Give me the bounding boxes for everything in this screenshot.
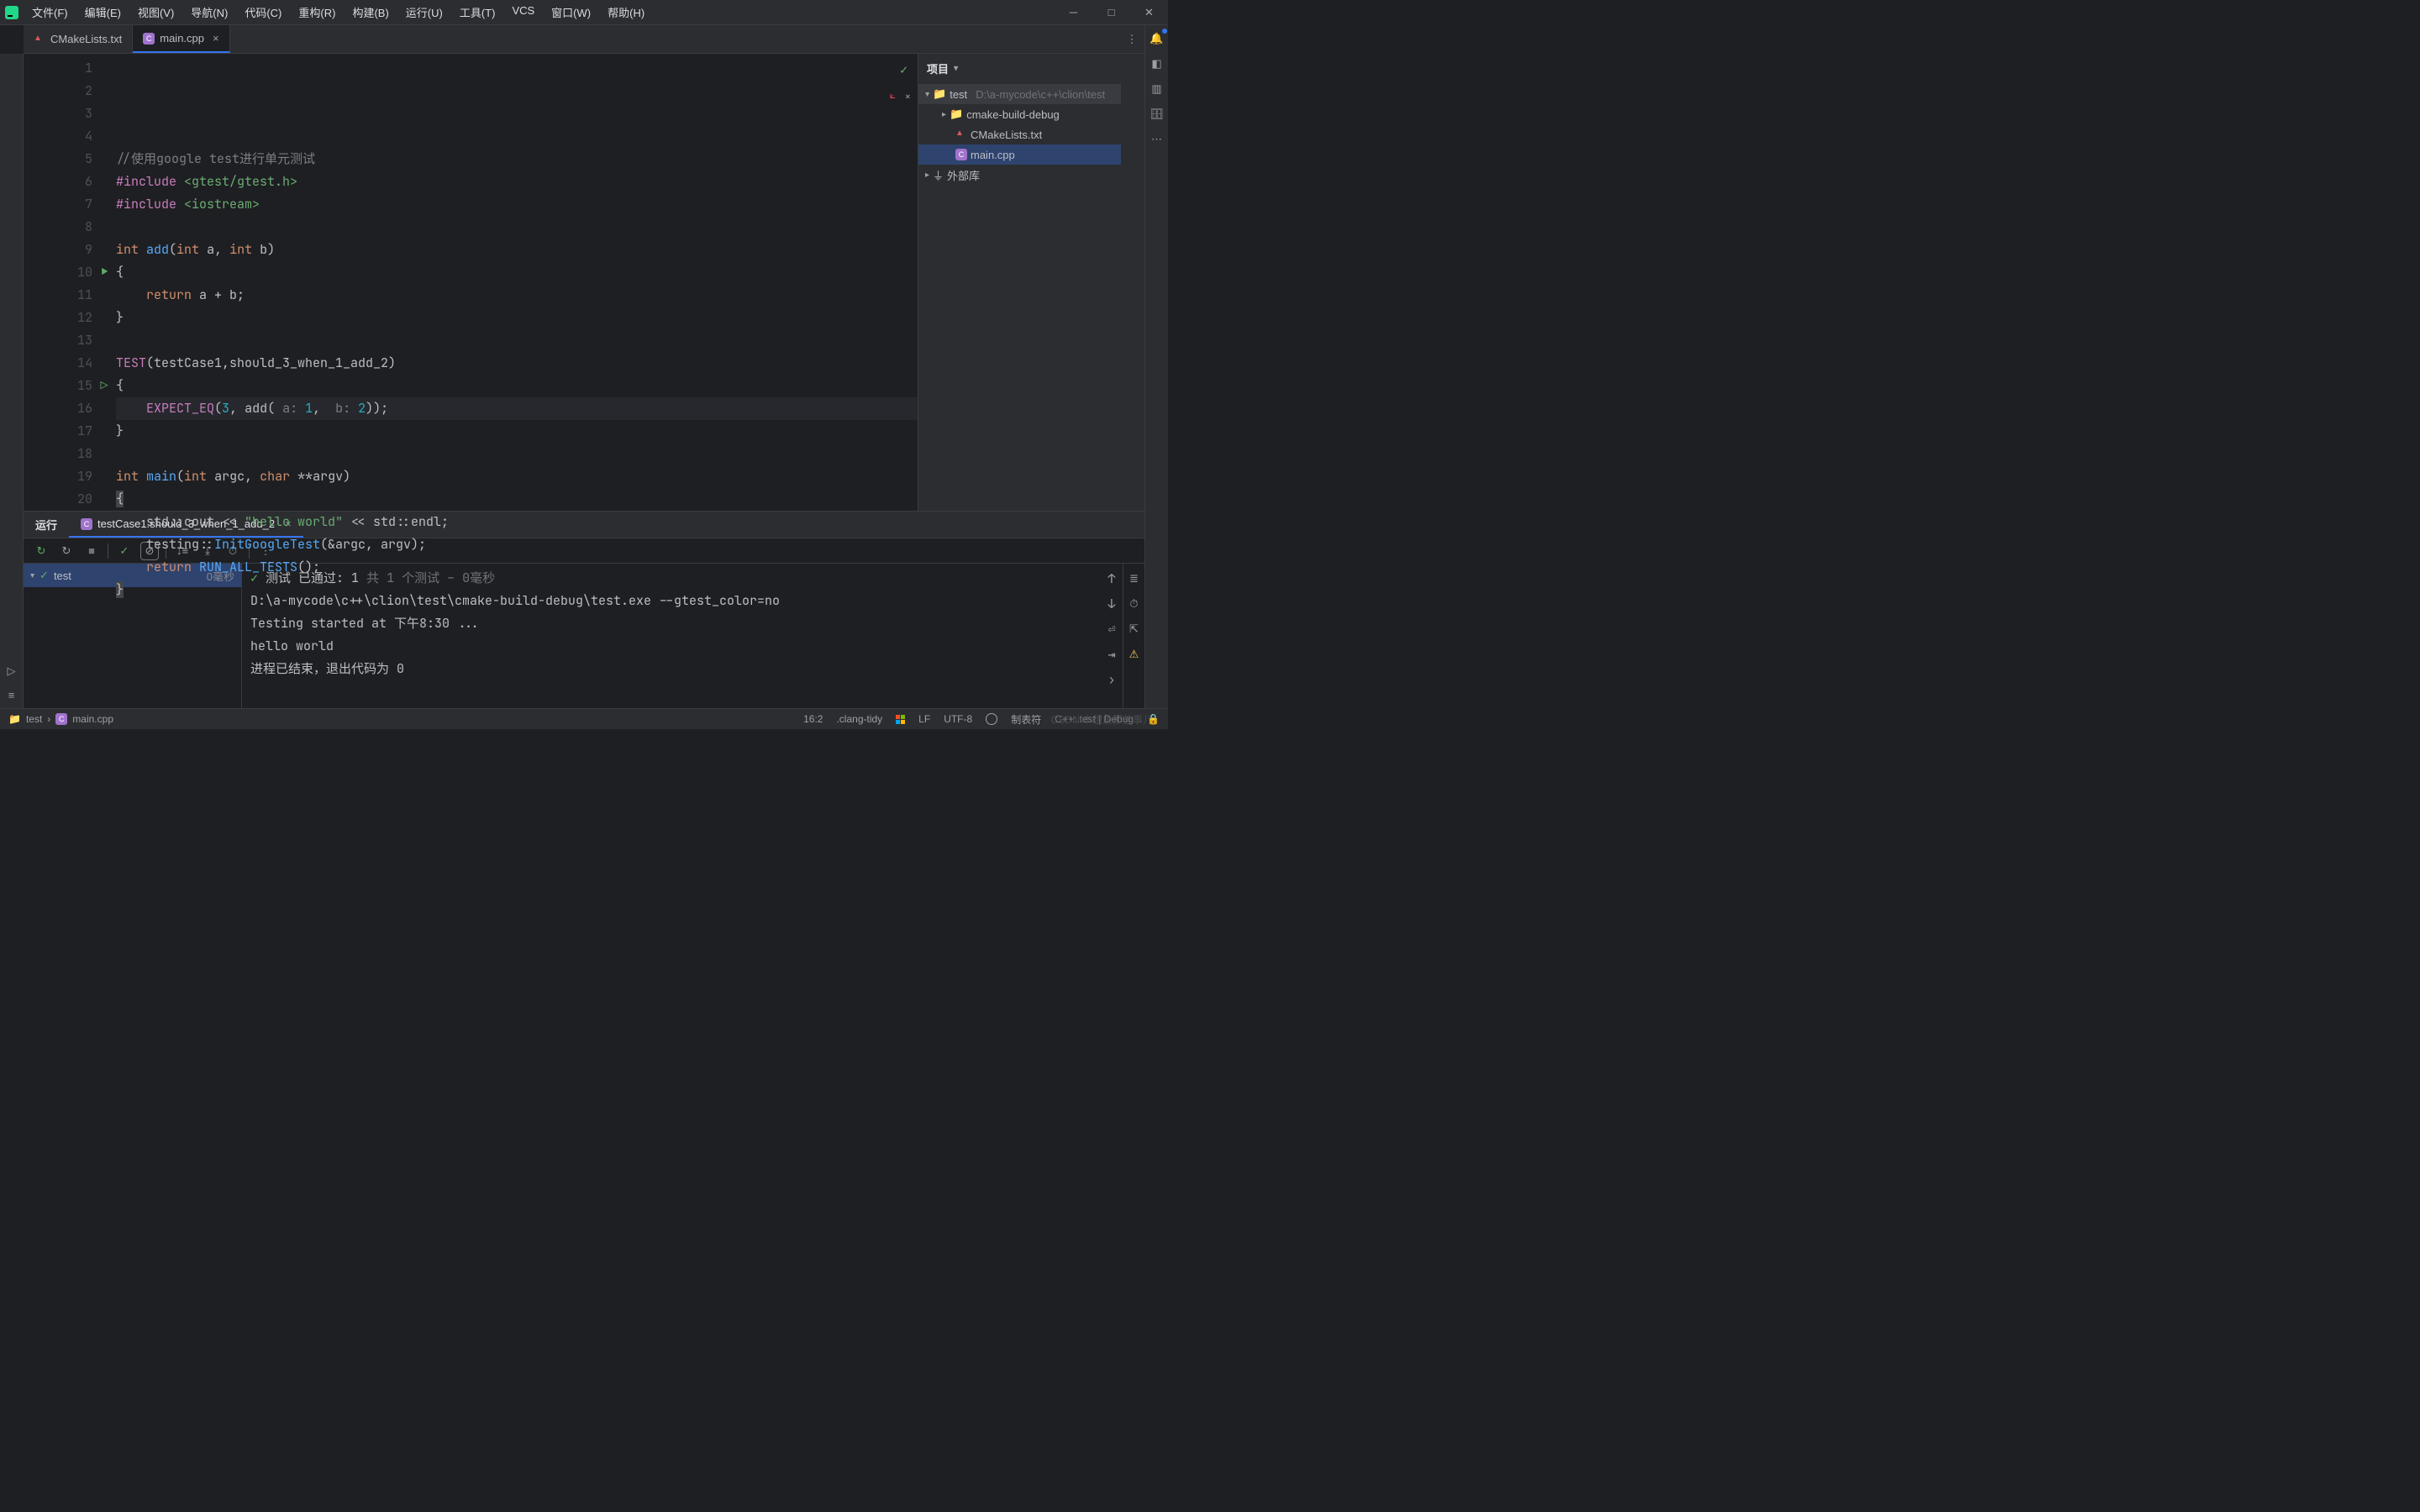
menu-navigate[interactable]: 导航(N) [182, 1, 236, 24]
tree-file-main-cpp[interactable]: main.cpp [918, 144, 1121, 165]
inspection-ok-icon[interactable]: ✓ [900, 59, 908, 81]
menu-run[interactable]: 运行(U) [397, 1, 451, 24]
gutter: 1234567891011121314151617181920 ⯈ ▷ [24, 54, 116, 511]
cpp-icon [81, 518, 92, 530]
stop-button[interactable]: ■ [82, 542, 101, 560]
cpp-icon [55, 713, 67, 725]
tree-file-cmakelists[interactable]: CMakeLists.txt [918, 124, 1121, 144]
cmake-icon [34, 34, 45, 45]
encoding[interactable]: UTF-8 [944, 713, 972, 725]
project-panel: 项目 ▸ ▸📁 test D:\a-mycode\c++\clion\test … [918, 54, 1144, 511]
cpp-icon [143, 33, 155, 45]
window-controls: ─ □ ✕ [1055, 0, 1168, 25]
menu-help[interactable]: 帮助(H) [599, 1, 653, 24]
axes-icon[interactable]: ⟀ [890, 84, 896, 107]
editor-tab-cmakelists[interactable]: CMakeLists.txt [24, 25, 133, 53]
tab-overflow-button[interactable]: ⋮ [1119, 25, 1144, 53]
menu-file[interactable]: 文件(F) [24, 1, 76, 24]
export-icon[interactable]: ⇱ [1126, 621, 1143, 638]
clock-icon[interactable]: ⏱ [1126, 596, 1143, 612]
menu-vcs[interactable]: VCS [503, 1, 543, 24]
cpp-icon [955, 149, 967, 160]
editor-tab-main-cpp[interactable]: main.cpp × [133, 25, 229, 53]
output-rail: ↑ ↓ ⏎ ⇥ › [1101, 564, 1123, 708]
app-logo [0, 0, 24, 25]
test-pass-icon: ✓ [39, 569, 49, 582]
warning-icon[interactable]: ⚠ [1126, 646, 1143, 663]
close-tab-icon[interactable]: × [213, 32, 219, 45]
database-tool-icon[interactable]: 🗄 [1149, 106, 1165, 123]
indent-status[interactable]: 制表符 [1011, 712, 1041, 727]
titlebar: 文件(F) 编辑(E) 视图(V) 导航(N) 代码(C) 重构(R) 构建(B… [0, 0, 1168, 25]
project-tree: ▸📁 test D:\a-mycode\c++\clion\test ▸📁 cm… [918, 82, 1121, 186]
run-main-gutter-icon[interactable]: ▷ [94, 375, 114, 397]
copilot-icon[interactable] [986, 713, 997, 725]
gradle-tool-icon[interactable]: ▥ [1149, 81, 1165, 97]
main-area: 1234567891011121314151617181920 ⯈ ▷ //使用… [24, 54, 1144, 511]
close-button[interactable]: ✕ [1130, 0, 1168, 25]
layout-icon[interactable]: ≣ [1126, 570, 1143, 587]
right-toolwindow-rail: 🔔 ◧ ▥ 🗄 ⋯ [1144, 25, 1168, 708]
rerun-button[interactable]: ↻ [32, 542, 50, 560]
maximize-button[interactable]: □ [1092, 0, 1130, 25]
line-separator[interactable]: LF [918, 713, 930, 725]
output-down-icon[interactable]: ↓ [1103, 596, 1120, 612]
menu-code[interactable]: 代码(C) [236, 1, 290, 24]
tab-label: CMakeLists.txt [50, 33, 122, 45]
editor-tabbar: CMakeLists.txt main.cpp × ⋮ [24, 25, 1144, 54]
soft-wrap-icon[interactable]: ⏎ [1103, 621, 1120, 638]
menu-refactor[interactable]: 重构(R) [290, 1, 344, 24]
menu-build[interactable]: 构建(B) [344, 1, 397, 24]
notifications-icon[interactable]: 🔔 [1149, 30, 1165, 47]
rerun-failed-button[interactable]: ↻ [57, 542, 76, 560]
tree-folder-cmake-build-debug[interactable]: ▸📁 cmake-build-debug [918, 104, 1121, 124]
output-up-icon[interactable]: ↑ [1103, 570, 1120, 587]
tab-label: main.cpp [160, 32, 204, 45]
breadcrumb[interactable]: 📁test› main.cpp [8, 713, 113, 725]
run-tool-button[interactable]: ▷ [3, 663, 20, 680]
watermark: CSDN 本想鱼那些事儿 [1051, 712, 1153, 727]
menu-tools[interactable]: 工具(T) [451, 1, 504, 24]
menubar: 文件(F) 编辑(E) 视图(V) 导航(N) 代码(C) 重构(R) 构建(B… [24, 1, 653, 24]
run-tab-title[interactable]: 运行 [24, 512, 69, 538]
widget-close-icon[interactable]: × [905, 86, 911, 108]
editor[interactable]: 1234567891011121314151617181920 ⯈ ▷ //使用… [24, 54, 918, 511]
tree-root[interactable]: ▸📁 test D:\a-mycode\c++\clion\test [918, 84, 1121, 104]
scroll-to-end-icon[interactable]: ⇥ [1103, 646, 1120, 663]
output-next-icon[interactable]: › [1103, 671, 1120, 688]
more-tools-icon[interactable]: ⋯ [1149, 131, 1165, 148]
menu-view[interactable]: 视图(V) [129, 1, 182, 24]
ai-tool-icon[interactable]: ◧ [1149, 55, 1165, 72]
cmake-icon [955, 129, 967, 140]
menu-window[interactable]: 窗口(W) [543, 1, 599, 24]
project-panel-header[interactable]: 项目 ▸ [918, 54, 1121, 82]
minimize-button[interactable]: ─ [1055, 0, 1092, 25]
left-toolwindow-rail: ▷ ≡ [0, 54, 24, 708]
structure-tool-button[interactable]: ≡ [3, 686, 20, 703]
run-test-gutter-icon[interactable]: ⯈ [94, 261, 114, 284]
code-area[interactable]: //使用google test进行单元测试 #include <gtest/gt… [116, 54, 918, 511]
menu-edit[interactable]: 编辑(E) [76, 1, 129, 24]
tree-external-libs[interactable]: ▸⏚ 外部库 [918, 165, 1121, 185]
